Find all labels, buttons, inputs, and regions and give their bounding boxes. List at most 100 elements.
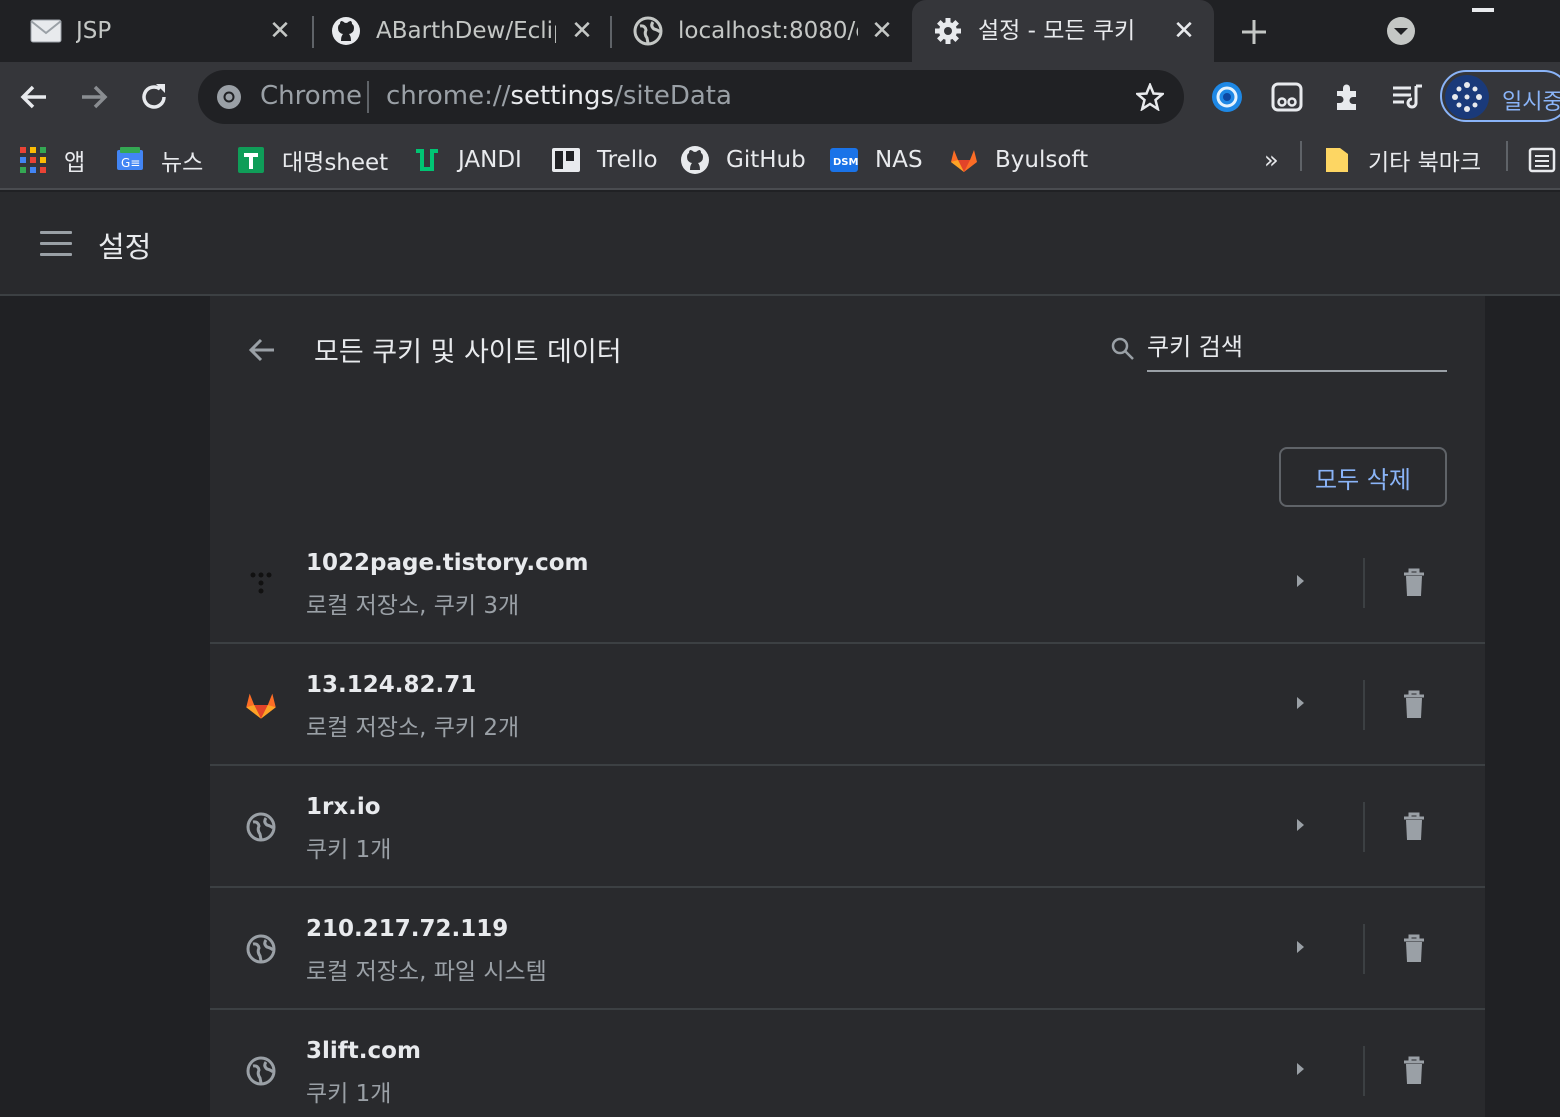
site-row[interactable]: 3lift.com 쿠키 1개 bbox=[210, 1010, 1485, 1117]
caret-right-icon[interactable] bbox=[1288, 935, 1312, 959]
site-description: 쿠키 1개 bbox=[306, 837, 392, 863]
bookmark-github[interactable]: GitHub bbox=[680, 138, 806, 182]
tab-close-icon[interactable]: ✕ bbox=[568, 17, 596, 45]
bookmark-label: Trello bbox=[597, 147, 658, 173]
gitlab-icon bbox=[244, 688, 278, 722]
search-input[interactable] bbox=[1147, 328, 1447, 372]
globe-icon bbox=[244, 810, 278, 844]
url-text: chrome://settings/siteData bbox=[386, 81, 732, 111]
forward-button[interactable] bbox=[75, 78, 113, 116]
bookmark-label: 대명sheet bbox=[282, 150, 389, 176]
trash-icon[interactable] bbox=[1396, 686, 1432, 722]
tab-github[interactable]: ABarthDew/Eclipse ✕ bbox=[316, 0, 608, 62]
bookmark-label: NAS bbox=[875, 147, 923, 173]
globe-icon bbox=[632, 16, 664, 46]
site-description: 로컬 저장소, 파일 시스템 bbox=[306, 959, 547, 985]
minimize-button[interactable] bbox=[1472, 8, 1494, 12]
settings-header: 설정 bbox=[0, 192, 1560, 296]
star-icon[interactable] bbox=[1136, 83, 1164, 111]
globe-icon bbox=[244, 932, 278, 966]
bookmark-label: 뉴스 bbox=[161, 150, 204, 176]
tab-close-icon[interactable]: ✕ bbox=[1170, 17, 1198, 45]
tab-settings-cookies[interactable]: 설정 - 모든 쿠키 ✕ bbox=[912, 0, 1214, 62]
other-bookmarks[interactable]: 기타 북마크 bbox=[1322, 138, 1481, 182]
tab-title: 설정 - 모든 쿠키 bbox=[978, 18, 1136, 44]
tab-close-icon[interactable]: ✕ bbox=[266, 17, 294, 45]
bookmark-label: JANDI bbox=[458, 147, 522, 173]
reading-list-button[interactable] bbox=[1388, 78, 1426, 116]
bookmark-label: Byulsoft bbox=[995, 147, 1089, 173]
list-icon bbox=[1527, 145, 1557, 175]
new-tab-button[interactable] bbox=[1236, 14, 1272, 50]
address-bar[interactable]: Chrome chrome://settings/siteData bbox=[198, 70, 1184, 124]
bookmark-news[interactable]: G≡ 뉴스 bbox=[115, 138, 203, 182]
bookmark-label: 기타 북마크 bbox=[1368, 150, 1482, 176]
trash-icon[interactable] bbox=[1396, 1052, 1432, 1088]
caret-right-icon[interactable] bbox=[1288, 813, 1312, 837]
bookmark-sheet[interactable]: 대명sheet bbox=[236, 138, 388, 182]
tab-divider bbox=[610, 16, 612, 48]
tab-localhost[interactable]: localhost:8080/co ✕ bbox=[614, 0, 906, 62]
sheets-icon bbox=[236, 145, 266, 175]
row-divider bbox=[1363, 1046, 1365, 1096]
globe-icon bbox=[244, 1054, 278, 1088]
chrome-logo-icon bbox=[217, 85, 241, 109]
apps-grid-icon bbox=[18, 145, 48, 175]
site-row[interactable]: 1rx.io 쿠키 1개 bbox=[210, 766, 1485, 888]
bookmark-apps[interactable]: 앱 bbox=[18, 138, 85, 182]
bookmark-trello[interactable]: Trello bbox=[551, 138, 658, 182]
caret-right-icon[interactable] bbox=[1288, 1057, 1312, 1081]
site-row[interactable]: 210.217.72.119 로컬 저장소, 파일 시스템 bbox=[210, 888, 1485, 1010]
omnibox-chip: Chrome bbox=[260, 81, 362, 111]
caret-right-icon[interactable] bbox=[1288, 569, 1312, 593]
back-arrow-icon[interactable] bbox=[244, 332, 280, 368]
tab-title: JSP bbox=[76, 18, 112, 44]
site-name: 3lift.com bbox=[306, 1038, 421, 1064]
queue-music-icon bbox=[1393, 84, 1422, 109]
profile-button[interactable]: 일시중 bbox=[1440, 70, 1560, 122]
omnibox-divider bbox=[367, 81, 369, 113]
extensions-menu-button[interactable] bbox=[1328, 78, 1366, 116]
tab-close-icon[interactable]: ✕ bbox=[868, 17, 896, 45]
section-title: 모든 쿠키 및 사이트 데이터 bbox=[314, 337, 622, 368]
search-icon bbox=[1111, 337, 1134, 360]
github-icon bbox=[330, 16, 362, 46]
profile-status: 일시중 bbox=[1502, 90, 1560, 115]
site-name: 210.217.72.119 bbox=[306, 916, 509, 942]
jandi-icon bbox=[412, 145, 442, 175]
page-title: 설정 bbox=[98, 230, 152, 264]
arrow-right-icon bbox=[82, 85, 108, 109]
tab-title: localhost:8080/co bbox=[678, 18, 858, 44]
site-row[interactable]: 1022page.tistory.com 로컬 저장소, 쿠키 3개 bbox=[210, 522, 1485, 644]
back-button[interactable] bbox=[15, 78, 53, 116]
extension-sync-button[interactable] bbox=[1208, 78, 1246, 116]
site-description: 로컬 저장소, 쿠키 3개 bbox=[306, 593, 520, 619]
site-description: 로컬 저장소, 쿠키 2개 bbox=[306, 715, 520, 741]
bookmark-jandi[interactable]: JANDI bbox=[412, 138, 522, 182]
extension-button[interactable] bbox=[1268, 78, 1306, 116]
bookmark-nas[interactable]: DSM NAS bbox=[829, 138, 923, 182]
bookmarks-overflow-button[interactable]: » bbox=[1264, 138, 1279, 182]
tistory-icon bbox=[244, 566, 278, 600]
caret-right-icon[interactable] bbox=[1288, 691, 1312, 715]
gmail-icon bbox=[30, 16, 62, 46]
tab-search-button[interactable] bbox=[1384, 14, 1418, 48]
menu-icon[interactable] bbox=[40, 231, 72, 257]
google-news-icon: G≡ bbox=[115, 145, 145, 175]
bookmark-divider bbox=[1506, 141, 1508, 171]
tab-jsp[interactable]: JSP ✕ bbox=[0, 0, 308, 62]
trash-icon[interactable] bbox=[1396, 564, 1432, 600]
url-host: settings bbox=[510, 81, 615, 111]
reading-list-bookmark[interactable] bbox=[1527, 138, 1560, 182]
trash-icon[interactable] bbox=[1396, 930, 1432, 966]
reload-icon bbox=[142, 84, 166, 109]
remove-all-button[interactable]: 모두 삭제 bbox=[1279, 447, 1447, 507]
row-divider bbox=[1363, 558, 1365, 608]
reload-button[interactable] bbox=[135, 78, 173, 116]
bookmark-byulsoft[interactable]: Byulsoft bbox=[949, 138, 1088, 182]
site-row[interactable]: 13.124.82.71 로컬 저장소, 쿠키 2개 bbox=[210, 644, 1485, 766]
trash-icon[interactable] bbox=[1396, 808, 1432, 844]
url-path: /siteData bbox=[614, 81, 732, 111]
svg-text:G≡: G≡ bbox=[121, 156, 140, 170]
site-description: 쿠키 1개 bbox=[306, 1081, 392, 1107]
